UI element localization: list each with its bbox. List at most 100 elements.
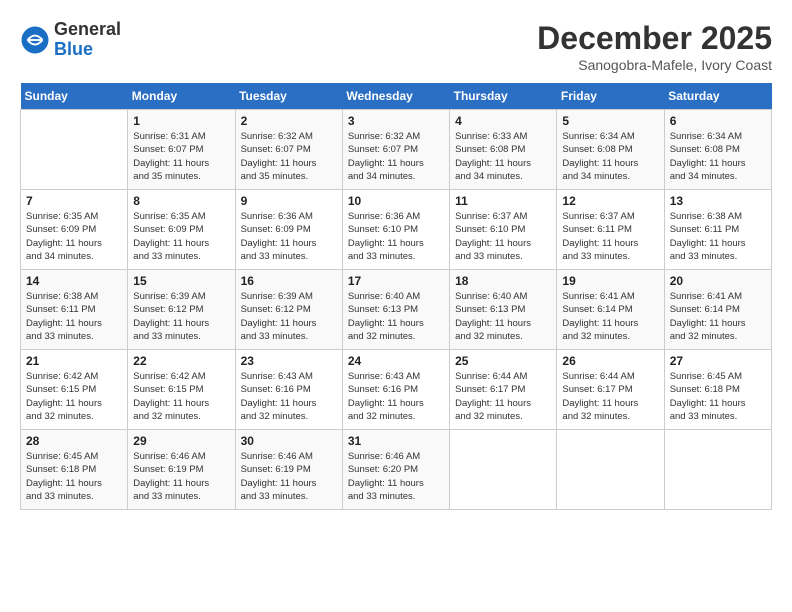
day-number: 3 bbox=[348, 114, 444, 128]
calendar-week-row: 28Sunrise: 6:45 AMSunset: 6:18 PMDayligh… bbox=[21, 430, 772, 510]
day-info: Sunrise: 6:42 AMSunset: 6:15 PMDaylight:… bbox=[26, 370, 122, 423]
header-friday: Friday bbox=[557, 83, 664, 110]
day-number: 11 bbox=[455, 194, 551, 208]
calendar-cell: 7 Sunrise: 6:35 AMSunset: 6:09 PMDaylight… bbox=[21, 190, 128, 270]
day-number: 6 bbox=[670, 114, 766, 128]
day-number: 9 bbox=[241, 194, 337, 208]
day-info: Sunrise: 6:38 AMSunset: 6:11 PMDaylight:… bbox=[670, 210, 766, 263]
calendar-cell: 14 Sunrise: 6:38 AMSunset: 6:11 PMDayligh… bbox=[21, 270, 128, 350]
day-info: Sunrise: 6:43 AMSunset: 6:16 PMDaylight:… bbox=[348, 370, 444, 423]
logo-icon bbox=[20, 25, 50, 55]
header-sunday: Sunday bbox=[21, 83, 128, 110]
calendar-cell: 22 Sunrise: 6:42 AMSunset: 6:15 PMDayligh… bbox=[128, 350, 235, 430]
header-wednesday: Wednesday bbox=[342, 83, 449, 110]
day-number: 17 bbox=[348, 274, 444, 288]
day-info: Sunrise: 6:40 AMSunset: 6:13 PMDaylight:… bbox=[348, 290, 444, 343]
calendar-cell: 20Sunrise: 6:41 AMSunset: 6:14 PMDayligh… bbox=[664, 270, 771, 350]
day-info: Sunrise: 6:41 AMSunset: 6:14 PMDaylight:… bbox=[670, 290, 766, 343]
logo: General Blue bbox=[20, 20, 121, 60]
day-info: Sunrise: 6:44 AMSunset: 6:17 PMDaylight:… bbox=[562, 370, 658, 423]
day-number: 29 bbox=[133, 434, 229, 448]
day-info: Sunrise: 6:34 AMSunset: 6:08 PMDaylight:… bbox=[562, 130, 658, 183]
day-info: Sunrise: 6:32 AMSunset: 6:07 PMDaylight:… bbox=[348, 130, 444, 183]
calendar-cell: 1 Sunrise: 6:31 AMSunset: 6:07 PMDaylight… bbox=[128, 110, 235, 190]
calendar-cell: 8 Sunrise: 6:35 AMSunset: 6:09 PMDaylight… bbox=[128, 190, 235, 270]
calendar-cell: 9 Sunrise: 6:36 AMSunset: 6:09 PMDaylight… bbox=[235, 190, 342, 270]
day-number: 24 bbox=[348, 354, 444, 368]
header-monday: Monday bbox=[128, 83, 235, 110]
day-info: Sunrise: 6:42 AMSunset: 6:15 PMDaylight:… bbox=[133, 370, 229, 423]
calendar-cell: 28Sunrise: 6:45 AMSunset: 6:18 PMDayligh… bbox=[21, 430, 128, 510]
logo-general: General bbox=[54, 19, 121, 39]
calendar-cell: 17 Sunrise: 6:40 AMSunset: 6:13 PMDayligh… bbox=[342, 270, 449, 350]
header-tuesday: Tuesday bbox=[235, 83, 342, 110]
day-number: 22 bbox=[133, 354, 229, 368]
day-number: 8 bbox=[133, 194, 229, 208]
calendar-cell: 16 Sunrise: 6:39 AMSunset: 6:12 PMDayligh… bbox=[235, 270, 342, 350]
calendar-week-row: 14 Sunrise: 6:38 AMSunset: 6:11 PMDayligh… bbox=[21, 270, 772, 350]
day-info: Sunrise: 6:43 AMSunset: 6:16 PMDaylight:… bbox=[241, 370, 337, 423]
day-info: Sunrise: 6:44 AMSunset: 6:17 PMDaylight:… bbox=[455, 370, 551, 423]
day-info: Sunrise: 6:45 AMSunset: 6:18 PMDaylight:… bbox=[670, 370, 766, 423]
calendar-cell: 10Sunrise: 6:36 AMSunset: 6:10 PMDayligh… bbox=[342, 190, 449, 270]
logo-text: General Blue bbox=[54, 20, 121, 60]
day-number: 21 bbox=[26, 354, 122, 368]
calendar-cell bbox=[21, 110, 128, 190]
calendar-table: SundayMondayTuesdayWednesdayThursdayFrid… bbox=[20, 83, 772, 510]
calendar-cell: 19Sunrise: 6:41 AMSunset: 6:14 PMDayligh… bbox=[557, 270, 664, 350]
calendar-cell bbox=[664, 430, 771, 510]
day-info: Sunrise: 6:38 AMSunset: 6:11 PMDaylight:… bbox=[26, 290, 122, 343]
calendar-cell: 21 Sunrise: 6:42 AMSunset: 6:15 PMDayligh… bbox=[21, 350, 128, 430]
calendar-cell: 12 Sunrise: 6:37 AMSunset: 6:11 PMDayligh… bbox=[557, 190, 664, 270]
day-number: 26 bbox=[562, 354, 658, 368]
month-title: December 2025 bbox=[537, 20, 772, 57]
day-info: Sunrise: 6:35 AMSunset: 6:09 PMDaylight:… bbox=[26, 210, 122, 263]
day-number: 13 bbox=[670, 194, 766, 208]
calendar-week-row: 7 Sunrise: 6:35 AMSunset: 6:09 PMDaylight… bbox=[21, 190, 772, 270]
header-thursday: Thursday bbox=[450, 83, 557, 110]
day-number: 5 bbox=[562, 114, 658, 128]
day-info: Sunrise: 6:46 AMSunset: 6:19 PMDaylight:… bbox=[133, 450, 229, 503]
day-info: Sunrise: 6:36 AMSunset: 6:09 PMDaylight:… bbox=[241, 210, 337, 263]
calendar-week-row: 21 Sunrise: 6:42 AMSunset: 6:15 PMDayligh… bbox=[21, 350, 772, 430]
day-number: 1 bbox=[133, 114, 229, 128]
calendar-cell: 6Sunrise: 6:34 AMSunset: 6:08 PMDaylight… bbox=[664, 110, 771, 190]
calendar-header-row: SundayMondayTuesdayWednesdayThursdayFrid… bbox=[21, 83, 772, 110]
day-info: Sunrise: 6:35 AMSunset: 6:09 PMDaylight:… bbox=[133, 210, 229, 263]
day-number: 15 bbox=[133, 274, 229, 288]
day-number: 7 bbox=[26, 194, 122, 208]
calendar-cell: 25 Sunrise: 6:44 AMSunset: 6:17 PMDayligh… bbox=[450, 350, 557, 430]
calendar-cell: 15 Sunrise: 6:39 AMSunset: 6:12 PMDayligh… bbox=[128, 270, 235, 350]
logo-blue: Blue bbox=[54, 39, 93, 59]
day-info: Sunrise: 6:46 AMSunset: 6:19 PMDaylight:… bbox=[241, 450, 337, 503]
day-info: Sunrise: 6:39 AMSunset: 6:12 PMDaylight:… bbox=[241, 290, 337, 343]
calendar-cell: 30Sunrise: 6:46 AMSunset: 6:19 PMDayligh… bbox=[235, 430, 342, 510]
calendar-cell: 4Sunrise: 6:33 AMSunset: 6:08 PMDaylight… bbox=[450, 110, 557, 190]
day-number: 12 bbox=[562, 194, 658, 208]
day-number: 16 bbox=[241, 274, 337, 288]
day-info: Sunrise: 6:37 AMSunset: 6:11 PMDaylight:… bbox=[562, 210, 658, 263]
day-info: Sunrise: 6:39 AMSunset: 6:12 PMDaylight:… bbox=[133, 290, 229, 343]
calendar-cell: 29 Sunrise: 6:46 AMSunset: 6:19 PMDayligh… bbox=[128, 430, 235, 510]
day-number: 23 bbox=[241, 354, 337, 368]
calendar-cell: 18 Sunrise: 6:40 AMSunset: 6:13 PMDayligh… bbox=[450, 270, 557, 350]
day-info: Sunrise: 6:31 AMSunset: 6:07 PMDaylight:… bbox=[133, 130, 229, 183]
calendar-cell bbox=[450, 430, 557, 510]
day-info: Sunrise: 6:45 AMSunset: 6:18 PMDaylight:… bbox=[26, 450, 122, 503]
day-info: Sunrise: 6:41 AMSunset: 6:14 PMDaylight:… bbox=[562, 290, 658, 343]
calendar-cell: 11Sunrise: 6:37 AMSunset: 6:10 PMDayligh… bbox=[450, 190, 557, 270]
day-number: 18 bbox=[455, 274, 551, 288]
day-info: Sunrise: 6:40 AMSunset: 6:13 PMDaylight:… bbox=[455, 290, 551, 343]
day-number: 14 bbox=[26, 274, 122, 288]
calendar-cell: 23 Sunrise: 6:43 AMSunset: 6:16 PMDayligh… bbox=[235, 350, 342, 430]
calendar-cell: 31Sunrise: 6:46 AMSunset: 6:20 PMDayligh… bbox=[342, 430, 449, 510]
day-info: Sunrise: 6:32 AMSunset: 6:07 PMDaylight:… bbox=[241, 130, 337, 183]
calendar-cell: 24 Sunrise: 6:43 AMSunset: 6:16 PMDayligh… bbox=[342, 350, 449, 430]
page-header: General Blue December 2025 Sanogobra-Maf… bbox=[20, 20, 772, 73]
calendar-cell: 5 Sunrise: 6:34 AMSunset: 6:08 PMDaylight… bbox=[557, 110, 664, 190]
calendar-cell: 13 Sunrise: 6:38 AMSunset: 6:11 PMDayligh… bbox=[664, 190, 771, 270]
calendar-cell: 2Sunrise: 6:32 AMSunset: 6:07 PMDaylight… bbox=[235, 110, 342, 190]
location: Sanogobra-Mafele, Ivory Coast bbox=[537, 57, 772, 73]
day-number: 25 bbox=[455, 354, 551, 368]
calendar-cell: 26 Sunrise: 6:44 AMSunset: 6:17 PMDayligh… bbox=[557, 350, 664, 430]
